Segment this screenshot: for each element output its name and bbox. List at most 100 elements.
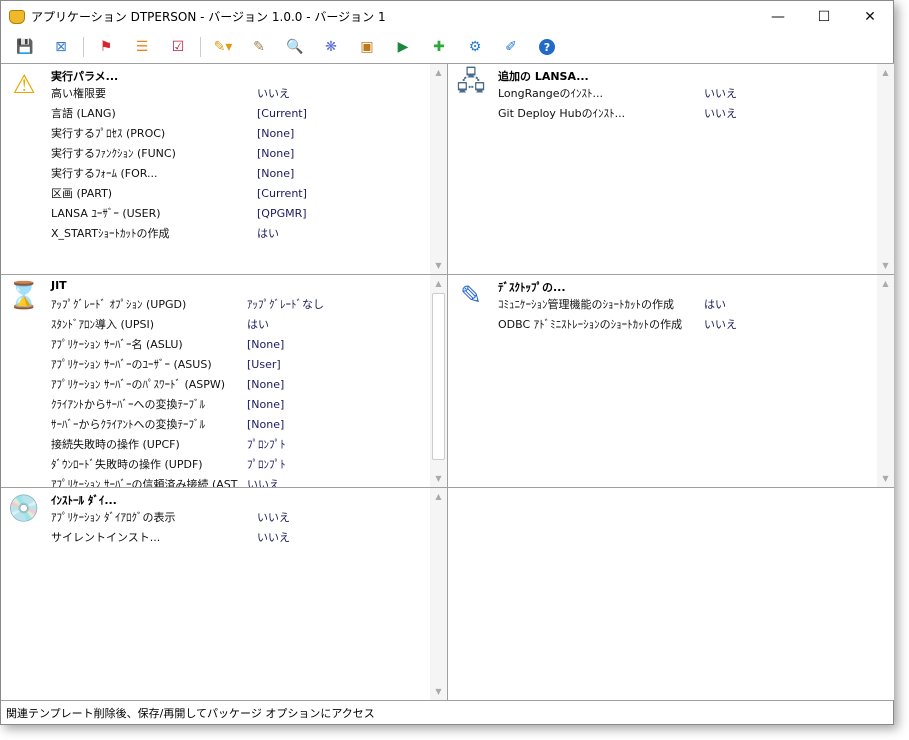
property-value[interactable]: [None] xyxy=(257,147,294,160)
property-value[interactable]: [None] xyxy=(257,127,294,140)
save-button[interactable]: 💾 xyxy=(15,37,35,57)
property-label: サイレントインスト... xyxy=(51,531,161,544)
app-icon xyxy=(9,9,25,24)
toolbar-separator xyxy=(83,37,84,57)
property-row[interactable]: LongRangeのｲﾝｽﾄ... いいえ xyxy=(498,83,878,103)
checklist-button[interactable]: ☑ xyxy=(168,37,188,57)
play-button[interactable]: ▶ xyxy=(393,37,413,57)
close-package-icon: ⊠ xyxy=(55,39,67,55)
property-row[interactable]: 言語 (LANG) [Current] xyxy=(51,103,431,123)
scroll-up-arrow-icon[interactable]: ▲ xyxy=(877,64,894,81)
property-value[interactable]: ﾌﾟﾛﾝﾌﾟﾄ xyxy=(247,456,286,472)
property-label: 高い権限要 xyxy=(51,87,106,100)
close-package-button[interactable]: ⊠ xyxy=(51,37,71,57)
property-value[interactable]: [QPGMR] xyxy=(257,207,307,220)
folder-search-button[interactable]: 🔍 xyxy=(285,37,305,57)
panel-execution-parameters: ⚠ 実行パラメ... 高い権限要 いいえ 言語 (LANG) [Current] 実行するﾌ… xyxy=(1,63,447,274)
property-row[interactable]: LANSA ﾕｰｻﾞｰ (USER) [QPGMR] xyxy=(51,203,431,223)
vertical-scrollbar[interactable]: ▲ ▼ xyxy=(877,275,894,487)
save-icon: 💾 xyxy=(16,39,34,55)
scroll-down-arrow-icon[interactable]: ▼ xyxy=(877,257,894,274)
window-title: アプリケーション DTPERSON - バージョン 1.0.0 - バージョン … xyxy=(31,10,386,24)
edit-document-icon: ✎ xyxy=(253,39,265,55)
property-row[interactable]: ｱﾌﾟﾘｹｰｼｮﾝ ｻｰﾊﾞｰのﾕｰｻﾞｰ (ASUS) [User] xyxy=(51,354,431,374)
scroll-down-arrow-icon[interactable]: ▼ xyxy=(430,470,447,487)
property-label: ｱｯﾌﾟｸﾞﾚｰﾄﾞ ｵﾌﾟｼｮﾝ (UPGD) xyxy=(51,298,187,311)
property-value[interactable]: いいえ xyxy=(704,316,737,332)
property-label: ｱﾌﾟﾘｹｰｼｮﾝ ｻｰﾊﾞｰのﾊﾟｽﾜｰﾄﾞ (ASPW) xyxy=(51,378,226,391)
vertical-scrollbar[interactable]: ▲ ▼ xyxy=(430,488,447,700)
property-row[interactable]: 実行するﾌｫｰﾑ (FOR... [None] xyxy=(51,163,431,183)
vertical-scrollbar[interactable]: ▲ ▼ xyxy=(877,64,894,274)
property-row[interactable]: ｱﾌﾟﾘｹｰｼｮﾝ ﾀﾞｲｱﾛｸﾞの表示 いいえ xyxy=(51,507,431,527)
property-row[interactable]: 高い権限要 いいえ xyxy=(51,83,431,103)
property-value[interactable]: [User] xyxy=(247,358,281,371)
panel-empty xyxy=(448,487,894,700)
property-row[interactable]: ﾀﾞｳﾝﾛｰﾄﾞ失敗時の操作 (UPDF) ﾌﾟﾛﾝﾌﾟﾄ xyxy=(51,454,431,474)
scroll-thumb[interactable] xyxy=(432,293,445,460)
vertical-scrollbar[interactable]: ▲ ▼ xyxy=(430,64,447,274)
property-value[interactable]: いいえ xyxy=(257,529,290,545)
property-value[interactable]: [None] xyxy=(247,418,284,431)
property-value[interactable]: [None] xyxy=(247,338,284,351)
property-label: ODBC ｱﾄﾞﾐﾆｽﾄﾚｰｼｮﾝのｼｮｰﾄｶｯﾄの作成 xyxy=(498,318,683,331)
vertical-scrollbar[interactable]: ▲ ▼ xyxy=(430,275,447,487)
property-row[interactable]: ｸﾗｲｱﾝﾄからｻｰﾊﾞｰへの変換ﾃｰﾌﾞﾙ [None] xyxy=(51,394,431,414)
property-row[interactable]: 接続失敗時の操作 (UPCF) ﾌﾟﾛﾝﾌﾟﾄ xyxy=(51,434,431,454)
maximize-button[interactable]: ☐ xyxy=(801,1,847,32)
property-value[interactable]: いいえ xyxy=(247,476,280,487)
property-value[interactable]: [None] xyxy=(247,378,284,391)
help-button[interactable]: ? xyxy=(537,37,557,57)
property-value[interactable]: はい xyxy=(247,316,269,332)
property-value[interactable]: はい xyxy=(257,225,279,241)
property-row[interactable]: X_STARTｼｮｰﾄｶｯﾄの作成 はい xyxy=(51,223,431,243)
property-row[interactable]: ｱﾌﾟﾘｹｰｼｮﾝ ｻｰﾊﾞｰ名 (ASLU) [None] xyxy=(51,334,431,354)
property-value[interactable]: [Current] xyxy=(257,187,307,200)
property-value[interactable]: いいえ xyxy=(704,85,737,101)
property-row[interactable]: ｽﾀﾝﾄﾞｱﾛﾝ導入 (UPSI) はい xyxy=(51,314,431,334)
list-button[interactable]: ☰ xyxy=(132,37,152,57)
property-row[interactable]: ｱﾌﾟﾘｹｰｼｮﾝ ｻｰﾊﾞｰの信頼済み接続 (AST いいえ xyxy=(51,474,431,487)
property-row[interactable]: 区画 (PART) [Current] xyxy=(51,183,431,203)
property-row[interactable]: ｱﾌﾟﾘｹｰｼｮﾝ ｻｰﾊﾞｰのﾊﾟｽﾜｰﾄﾞ (ASPW) [None] xyxy=(51,374,431,394)
property-row[interactable]: ｺﾐｭﾆｹｰｼｮﾝ管理機能のｼｮｰﾄｶｯﾄの作成 はい xyxy=(498,294,878,314)
scroll-down-arrow-icon[interactable]: ▼ xyxy=(430,257,447,274)
edit-pencil-button[interactable]: ✎▾ xyxy=(213,37,233,57)
scroll-up-arrow-icon[interactable]: ▲ xyxy=(430,488,447,505)
property-value[interactable]: [None] xyxy=(257,167,294,180)
edit-window-button[interactable]: ✐ xyxy=(501,37,521,57)
property-row[interactable]: 実行するﾌｧﾝｸｼｮﾝ (FUNC) [None] xyxy=(51,143,431,163)
image-button[interactable]: ▣ xyxy=(357,37,377,57)
settings-gear-button[interactable]: ⚙ xyxy=(465,37,485,57)
component-button[interactable]: ❋ xyxy=(321,37,341,57)
add-document-button[interactable]: ✚ xyxy=(429,37,449,57)
property-row[interactable]: サイレントインスト... いいえ xyxy=(51,527,431,547)
install-panel-icon: 💿 xyxy=(7,494,41,524)
panel-title: ｲﾝｽﾄｰﾙ ﾀﾞｲ... xyxy=(51,494,117,507)
panel-jit: ⌛ JIT ｱｯﾌﾟｸﾞﾚｰﾄﾞ ｵﾌﾟｼｮﾝ (UPGD) ｱｯﾌﾟｸﾞﾚｰﾄﾞなし… xyxy=(1,274,447,487)
scroll-up-arrow-icon[interactable]: ▲ xyxy=(430,64,447,81)
property-value[interactable]: [None] xyxy=(247,398,284,411)
property-value[interactable]: いいえ xyxy=(257,509,290,525)
property-label: Git Deploy Hubのｲﾝｽﾄ... xyxy=(498,107,626,120)
scroll-down-arrow-icon[interactable]: ▼ xyxy=(430,683,447,700)
property-row[interactable]: 実行するﾌﾟﾛｾｽ (PROC) [None] xyxy=(51,123,431,143)
property-row[interactable]: Git Deploy Hubのｲﾝｽﾄ... いいえ xyxy=(498,103,878,123)
edit-document-button[interactable]: ✎ xyxy=(249,37,269,57)
close-button[interactable]: ✕ xyxy=(847,1,893,32)
property-value[interactable]: ﾌﾟﾛﾝﾌﾟﾄ xyxy=(247,436,286,452)
property-row[interactable]: ｱｯﾌﾟｸﾞﾚｰﾄﾞ ｵﾌﾟｼｮﾝ (UPGD) ｱｯﾌﾟｸﾞﾚｰﾄﾞなし xyxy=(51,294,431,314)
property-row[interactable]: ｻｰﾊﾞｰからｸﾗｲｱﾝﾄへの変換ﾃｰﾌﾞﾙ [None] xyxy=(51,414,431,434)
play-icon: ▶ xyxy=(397,39,409,55)
property-value[interactable]: [Current] xyxy=(257,107,307,120)
scroll-down-arrow-icon[interactable]: ▼ xyxy=(877,470,894,487)
scroll-up-arrow-icon[interactable]: ▲ xyxy=(430,275,447,292)
property-value[interactable]: ｱｯﾌﾟｸﾞﾚｰﾄﾞなし xyxy=(247,296,324,312)
property-row[interactable]: ODBC ｱﾄﾞﾐﾆｽﾄﾚｰｼｮﾝのｼｮｰﾄｶｯﾄの作成 いいえ xyxy=(498,314,878,334)
minimize-button[interactable]: — xyxy=(755,1,801,32)
scroll-up-arrow-icon[interactable]: ▲ xyxy=(877,275,894,292)
flag-button[interactable]: ⚑ xyxy=(96,37,116,57)
property-value[interactable]: はい xyxy=(704,296,726,312)
property-value[interactable]: いいえ xyxy=(257,85,290,101)
property-value[interactable]: いいえ xyxy=(704,105,737,121)
